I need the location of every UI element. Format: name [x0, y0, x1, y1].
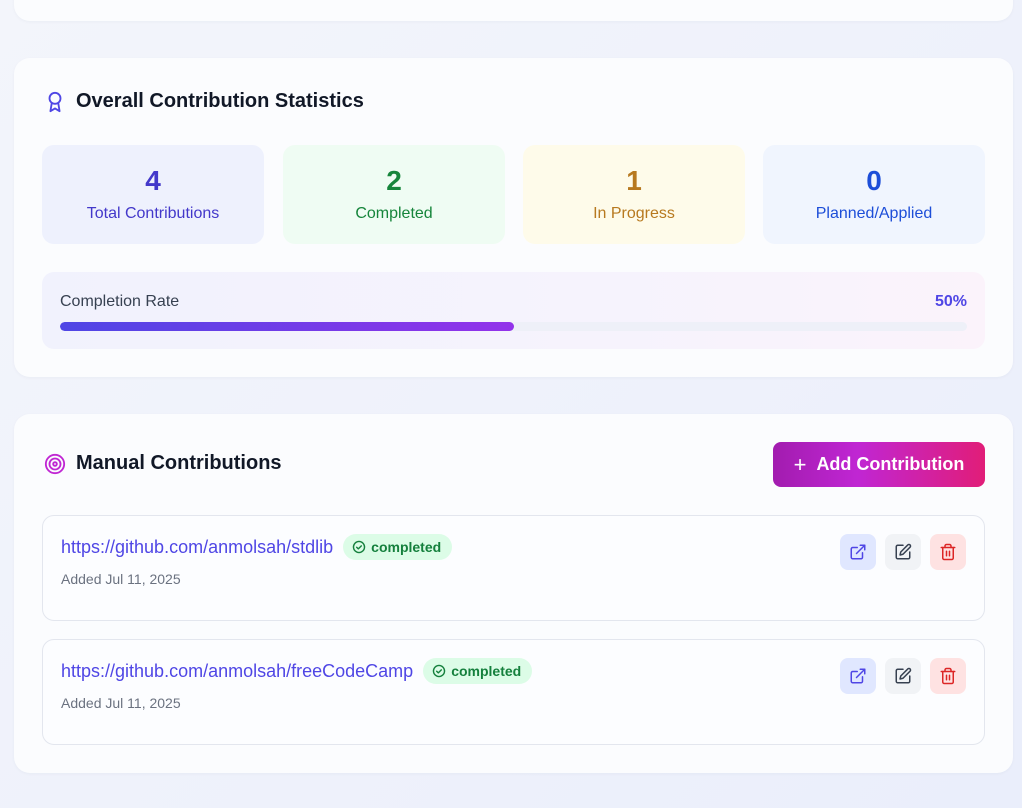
contribution-actions: [840, 534, 966, 570]
stat-total-contributions: 4 Total Contributions: [42, 145, 264, 244]
delete-button[interactable]: [930, 534, 966, 570]
stat-label: Planned/Applied: [815, 205, 933, 223]
check-circle-icon: [432, 664, 446, 678]
check-circle-icon: [352, 540, 366, 554]
contribution-item: https://github.com/anmolsah/freeCodeCamp…: [42, 639, 985, 745]
edit-icon: [895, 667, 912, 684]
completion-rate-percent: 50%: [934, 293, 967, 310]
completion-progress-fill: [60, 322, 514, 331]
manual-contributions-card: Manual Contributions + Add Contribution …: [14, 414, 1013, 773]
stat-label: In Progress: [593, 205, 675, 223]
page: Overall Contribution Statistics 4 Total …: [0, 0, 1022, 808]
contribution-item: https://github.com/anmolsah/stdlib compl…: [42, 515, 985, 621]
status-badge: completed: [423, 658, 533, 684]
stat-completed: 2 Completed: [283, 145, 505, 244]
status-badge: completed: [343, 534, 453, 560]
contribution-header: https://github.com/anmolsah/stdlib compl…: [61, 534, 453, 560]
contribution-link[interactable]: https://github.com/anmolsah/stdlib: [61, 537, 333, 558]
status-text: completed: [451, 663, 522, 679]
open-link-button[interactable]: [840, 658, 876, 694]
stat-label: Completed: [355, 205, 433, 223]
stats-card: Overall Contribution Statistics 4 Total …: [14, 58, 1013, 377]
contribution-link[interactable]: https://github.com/anmolsah/freeCodeCamp: [61, 661, 413, 682]
target-icon: [44, 453, 66, 475]
add-contribution-button[interactable]: + Add Contribution: [773, 442, 985, 487]
status-text: completed: [371, 539, 442, 555]
edit-button[interactable]: [885, 658, 921, 694]
previous-card: [14, 0, 1013, 21]
contribution-header: https://github.com/anmolsah/freeCodeCamp…: [61, 658, 533, 684]
trash-icon: [940, 543, 956, 561]
stat-in-progress: 1 In Progress: [523, 145, 745, 244]
stats-section-header: Overall Contribution Statistics: [44, 90, 364, 113]
stats-section-title: Overall Contribution Statistics: [76, 90, 364, 112]
stat-planned-applied: 0 Planned/Applied: [763, 145, 985, 244]
manual-section-header: Manual Contributions: [44, 452, 282, 475]
stat-label: Total Contributions: [86, 205, 220, 223]
edit-icon: [895, 543, 912, 560]
trash-icon: [940, 667, 956, 685]
contribution-date: Added Jul 11, 2025: [61, 571, 181, 587]
delete-button[interactable]: [930, 658, 966, 694]
completion-progress-track: [60, 322, 967, 331]
plus-icon: +: [793, 451, 807, 477]
stat-value: 0: [866, 164, 882, 196]
stat-value: 1: [626, 164, 642, 196]
external-link-icon: [850, 544, 866, 560]
award-icon: [44, 91, 66, 113]
manual-section-title: Manual Contributions: [76, 452, 282, 474]
open-link-button[interactable]: [840, 534, 876, 570]
completion-rate-panel: Completion Rate 50%: [42, 272, 985, 349]
contribution-date: Added Jul 11, 2025: [61, 695, 181, 711]
edit-button[interactable]: [885, 534, 921, 570]
completion-rate-label: Completion Rate: [60, 293, 180, 310]
stat-value: 2: [386, 164, 402, 196]
add-contribution-label: Add Contribution: [816, 454, 965, 474]
stat-value: 4: [145, 164, 161, 196]
external-link-icon: [850, 668, 866, 684]
contribution-actions: [840, 658, 966, 694]
